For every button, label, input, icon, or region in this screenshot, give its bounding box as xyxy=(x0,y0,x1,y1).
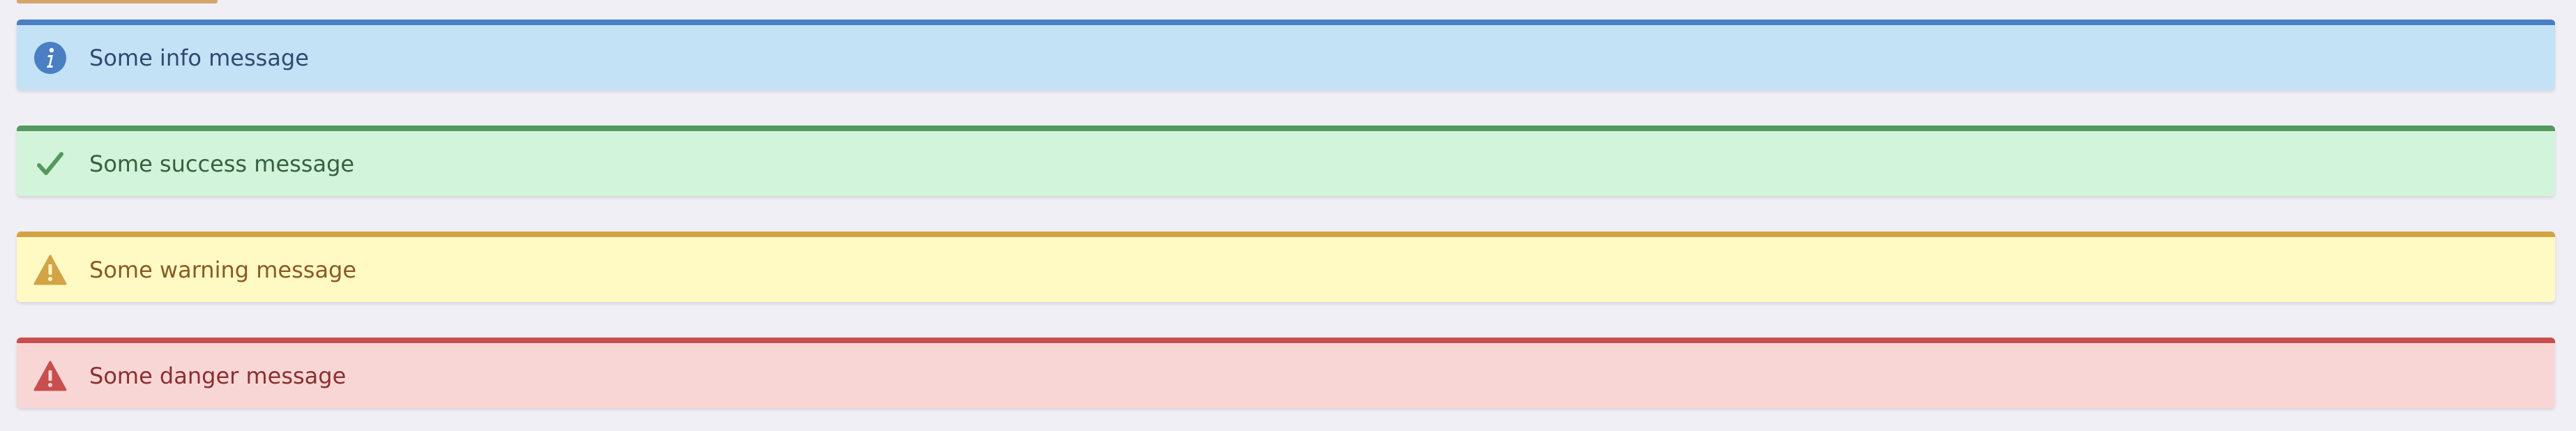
top-divider-accent xyxy=(17,0,218,3)
alert-warning: Some warning message xyxy=(17,232,2555,302)
alert-message: Some success message xyxy=(89,150,355,177)
alert-danger: Some danger message xyxy=(17,338,2555,408)
warning-triangle-icon xyxy=(33,253,67,287)
danger-triangle-icon xyxy=(33,359,67,393)
alert-message: Some danger message xyxy=(89,362,347,389)
alert-info: Some info message xyxy=(17,20,2555,90)
alert-success: Some success message xyxy=(17,126,2555,196)
alert-message: Some warning message xyxy=(89,256,357,283)
checkmark-icon xyxy=(33,147,67,181)
alert-message: Some info message xyxy=(89,44,309,71)
info-circle-icon xyxy=(33,41,67,75)
